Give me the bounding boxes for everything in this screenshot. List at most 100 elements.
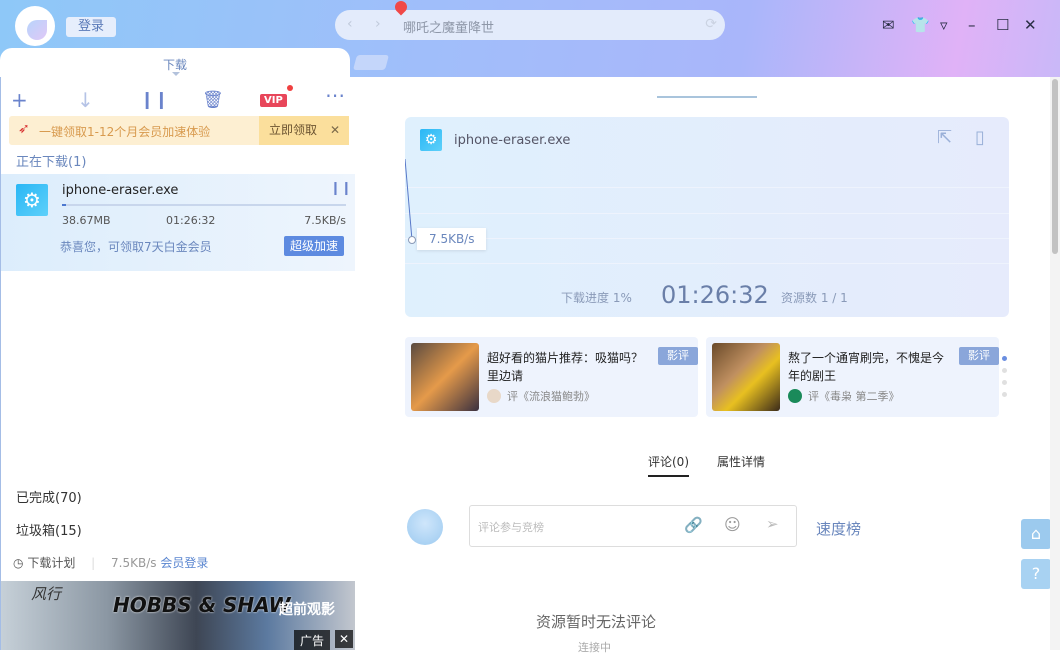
time-left: 01:26:32 [166, 214, 216, 227]
schedule-link[interactable]: 下载计划 [27, 556, 75, 570]
file-gear-icon: ⚙ [16, 184, 48, 216]
user-avatar [407, 509, 443, 545]
review-by: 评《流浪猫鲍勃》 [507, 390, 595, 403]
ad-label: 广告 [294, 630, 331, 650]
ad-banner[interactable]: 风行 HOBBS & SHAW 超前观影 广告 ✕ [1, 581, 356, 650]
tab-download-label: 下载 [162, 58, 187, 72]
notification-dot [287, 85, 293, 91]
claim-button[interactable]: 立即领取 [259, 116, 327, 145]
send-icon[interactable]: ➢ [766, 515, 779, 533]
connection-status: 连接中 [578, 641, 611, 654]
download-speed: 7.5KB/s [304, 214, 346, 227]
speed-line [405, 158, 413, 241]
refresh-icon[interactable]: ⟳ [705, 16, 717, 32]
review-image [411, 343, 479, 411]
tab-browser[interactable] [352, 55, 390, 70]
search-input[interactable]: 哪吒之魔童降世 [403, 17, 494, 36]
review-image [712, 343, 780, 411]
carousel-dot[interactable] [1002, 356, 1007, 361]
mail-icon[interactable]: ✉ [882, 16, 895, 34]
comment-input[interactable]: 评论参与竞榜 🔗 ☺ ➢ [469, 505, 797, 547]
promo-banner: ➶ 一键领取1-12个月会员加速体验 立即领取 ✕ [9, 116, 349, 145]
delete-icon[interactable]: 🗑 [202, 90, 224, 110]
member-offer[interactable]: 恭喜您，可领取7天白金会员 [60, 238, 212, 255]
download-detail-card: ⚙ iphone-eraser.exe ⇱ ▯ 7.5KB/s 下载进度 1% … [405, 117, 1009, 317]
forward-icon[interactable]: › [375, 16, 381, 32]
ad-brand: 风行 [31, 585, 62, 603]
clock-icon: ◷ [13, 556, 24, 570]
search-bar[interactable]: ‹ › 哪吒之魔童降世 ⟳ [335, 0, 725, 40]
file-size: 38.67MB [62, 214, 111, 227]
grid-line [405, 263, 1009, 264]
grid-line [405, 213, 1009, 214]
total-speed: 7.5KB/s [111, 556, 157, 570]
ad-title: HOBBS & SHAW [113, 593, 291, 617]
add-icon[interactable]: + [11, 88, 28, 112]
maximize-icon[interactable]: ☐ [996, 16, 1009, 34]
pause-item-icon[interactable]: ❙❙ [330, 181, 352, 196]
progress-bar [62, 204, 346, 206]
progress-fill [62, 204, 66, 206]
link-icon[interactable]: 🔗 [684, 516, 703, 534]
member-login-link[interactable]: 会员登录 [160, 556, 208, 570]
more-icon[interactable]: ⋯ [325, 83, 345, 107]
review-card[interactable]: 熬了一个通宵刷完，不愧是今年的剧王 影评 评《毒枭 第二季》 [706, 337, 999, 417]
login-button[interactable]: 登录 [66, 17, 116, 37]
ad-badge: 超前观影 [279, 602, 335, 618]
sources-count: 资源数 1 / 1 [781, 291, 848, 305]
share-icon[interactable]: ⇱ [937, 127, 952, 148]
review-title: 超好看的猫片推荐：吸猫吗？里边请 [487, 351, 644, 383]
comment-placeholder: 评论参与竞榜 [478, 521, 544, 534]
review-title: 熬了一个通宵刷完，不愧是今年的剧王 [788, 351, 945, 383]
file-name: iphone-eraser.exe [62, 183, 179, 198]
carousel-dot[interactable] [1002, 368, 1007, 373]
review-card[interactable]: 超好看的猫片推荐：吸猫吗？里边请 影评 评《流浪猫鲍勃》 [405, 337, 698, 417]
phone-icon[interactable]: ▯ [975, 127, 985, 148]
scrollbar-thumb[interactable] [1052, 79, 1058, 254]
close-icon[interactable]: ✕ [1024, 16, 1037, 34]
section-trash[interactable]: 垃圾箱(15) [16, 520, 82, 539]
promo-text: 一键领取1-12个月会员加速体验 [39, 125, 211, 139]
speed-point [408, 236, 416, 244]
download-icon[interactable]: ↓ [77, 88, 94, 112]
tab-download[interactable]: 下载 [0, 48, 350, 78]
location-pin-icon [392, 0, 410, 16]
time-remaining: 01:26:32 [661, 281, 769, 309]
tab-properties[interactable]: 属性详情 [717, 453, 765, 470]
drag-handle[interactable] [657, 96, 757, 98]
speed-tooltip: 7.5KB/s [417, 228, 487, 250]
help-button[interactable]: ? [1021, 559, 1051, 589]
promo-close-button[interactable]: ✕ [321, 116, 349, 145]
vip-icon[interactable]: VIP [260, 94, 287, 107]
app-logo[interactable] [15, 6, 55, 46]
skin-icon[interactable]: 👕 [911, 16, 930, 34]
back-icon[interactable]: ‹ [347, 16, 353, 32]
detail-panel: ⚙ iphone-eraser.exe ⇱ ▯ 7.5KB/s 下载进度 1% … [355, 77, 1051, 654]
review-tag: 影评 [959, 347, 999, 365]
tab-comments[interactable]: 评论(0) [648, 453, 689, 477]
file-gear-icon: ⚙ [420, 129, 442, 151]
download-panel: + ↓ ❙❙ 🗑 VIP ⋯ ➶ 一键领取1-12个月会员加速体验 立即领取 ✕… [0, 77, 356, 650]
speed-ranking-link[interactable]: 速度榜 [816, 518, 861, 539]
emoji-icon[interactable]: ☺ [724, 515, 741, 534]
pause-icon[interactable]: ❙❙ [140, 90, 169, 110]
ad-close-icon[interactable]: ✕ [335, 630, 354, 648]
divider: | [91, 556, 96, 570]
menu-icon[interactable]: ▿ [940, 16, 948, 34]
minimize-icon[interactable]: – [968, 16, 976, 34]
scrollbar[interactable] [1050, 77, 1060, 650]
section-completed[interactable]: 已完成(70) [16, 487, 82, 506]
avatar [788, 389, 802, 403]
progress-label: 下载进度 1% [561, 291, 632, 305]
boost-button[interactable]: 超级加速 [284, 236, 344, 256]
avatar [487, 389, 501, 403]
home-button[interactable]: ⌂ [1021, 519, 1051, 549]
section-downloading[interactable]: 正在下载(1) [16, 151, 86, 170]
empty-comments-text: 资源暂时无法评论 [536, 613, 657, 631]
carousel-dot[interactable] [1002, 380, 1007, 385]
download-item[interactable]: ⚙ iphone-eraser.exe ❙❙ 38.67MB 01:26:32 … [1, 174, 356, 271]
title-bar: 登录 ‹ › 哪吒之魔童降世 ⟳ ✉ 👕 ▿ – ☐ ✕ 下载 [0, 0, 1060, 78]
carousel-dot[interactable] [1002, 392, 1007, 397]
status-bar: ◷ 下载计划 | 7.5KB/s 会员登录 [13, 554, 208, 571]
wing-icon: ➶ [18, 121, 30, 137]
